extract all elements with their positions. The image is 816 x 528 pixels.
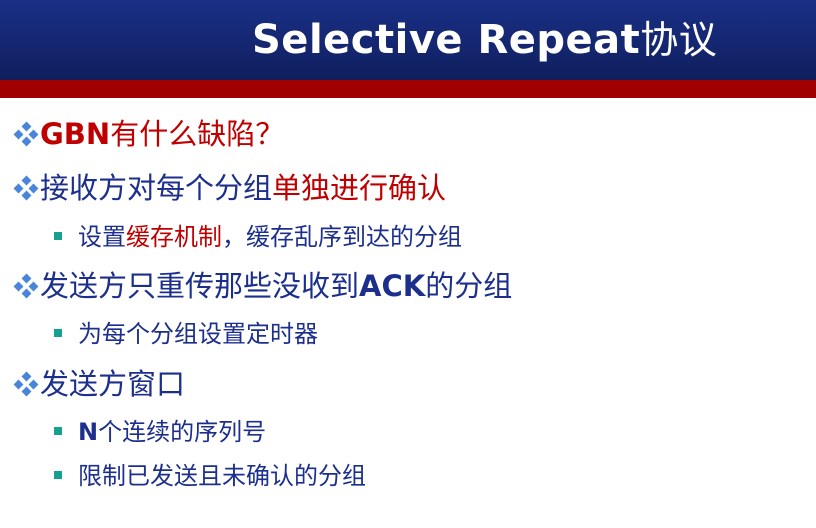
bullet-text: 发送方只重传那些没收到	[40, 269, 360, 303]
diamond-bullet-icon	[13, 371, 39, 397]
bullet-text: 单独进行确认	[272, 171, 447, 205]
bullet-gbn-defect: GBN有什么缺陷？	[13, 114, 285, 154]
slide-title-en: Selective Repeat	[252, 17, 641, 63]
bullet-text: 缓存机制	[126, 223, 222, 251]
diamond-bullet-icon	[13, 273, 39, 299]
bullet-text: 有什么缺陷？	[110, 117, 285, 151]
accent-bar	[0, 80, 816, 98]
square-bullet-icon	[54, 471, 62, 479]
bullet-text: ACK	[359, 269, 426, 303]
bullet-sender-retransmit: 发送方只重传那些没收到ACK的分组	[13, 266, 513, 306]
bullet-text: 为每个分组设置定时器	[78, 320, 318, 348]
bullet-text: N	[78, 418, 99, 446]
square-bullet-icon	[54, 427, 62, 435]
bullet-text: ，缓存乱序到达的分组	[222, 223, 462, 251]
bullet-receiver-ack: 接收方对每个分组单独进行确认	[13, 168, 447, 208]
bullet-text: 的分组	[425, 269, 513, 303]
subbullet-buffer: 设置缓存机制，缓存乱序到达的分组	[54, 221, 462, 253]
slide-title: Selective Repeat协议	[252, 14, 717, 66]
subbullet-timer: 为每个分组设置定时器	[54, 318, 318, 350]
diamond-bullet-icon	[13, 175, 39, 201]
bullet-sender-window: 发送方窗口	[13, 364, 186, 404]
subbullet-seqnum: N个连续的序列号	[54, 416, 266, 448]
bullet-text: 发送方窗口	[40, 367, 186, 401]
subbullet-limit: 限制已发送且未确认的分组	[54, 460, 366, 492]
bullet-text: 接收方对每个分组	[40, 171, 273, 205]
bullet-text: 限制已发送且未确认的分组	[78, 462, 366, 490]
square-bullet-icon	[54, 329, 62, 337]
slide-title-cn: 协议	[640, 18, 718, 62]
bullet-text: GBN	[40, 117, 111, 151]
square-bullet-icon	[54, 232, 62, 240]
diamond-bullet-icon	[13, 121, 39, 147]
bullet-text: 个连续的序列号	[98, 418, 267, 446]
bullet-text: 设置	[78, 223, 126, 251]
